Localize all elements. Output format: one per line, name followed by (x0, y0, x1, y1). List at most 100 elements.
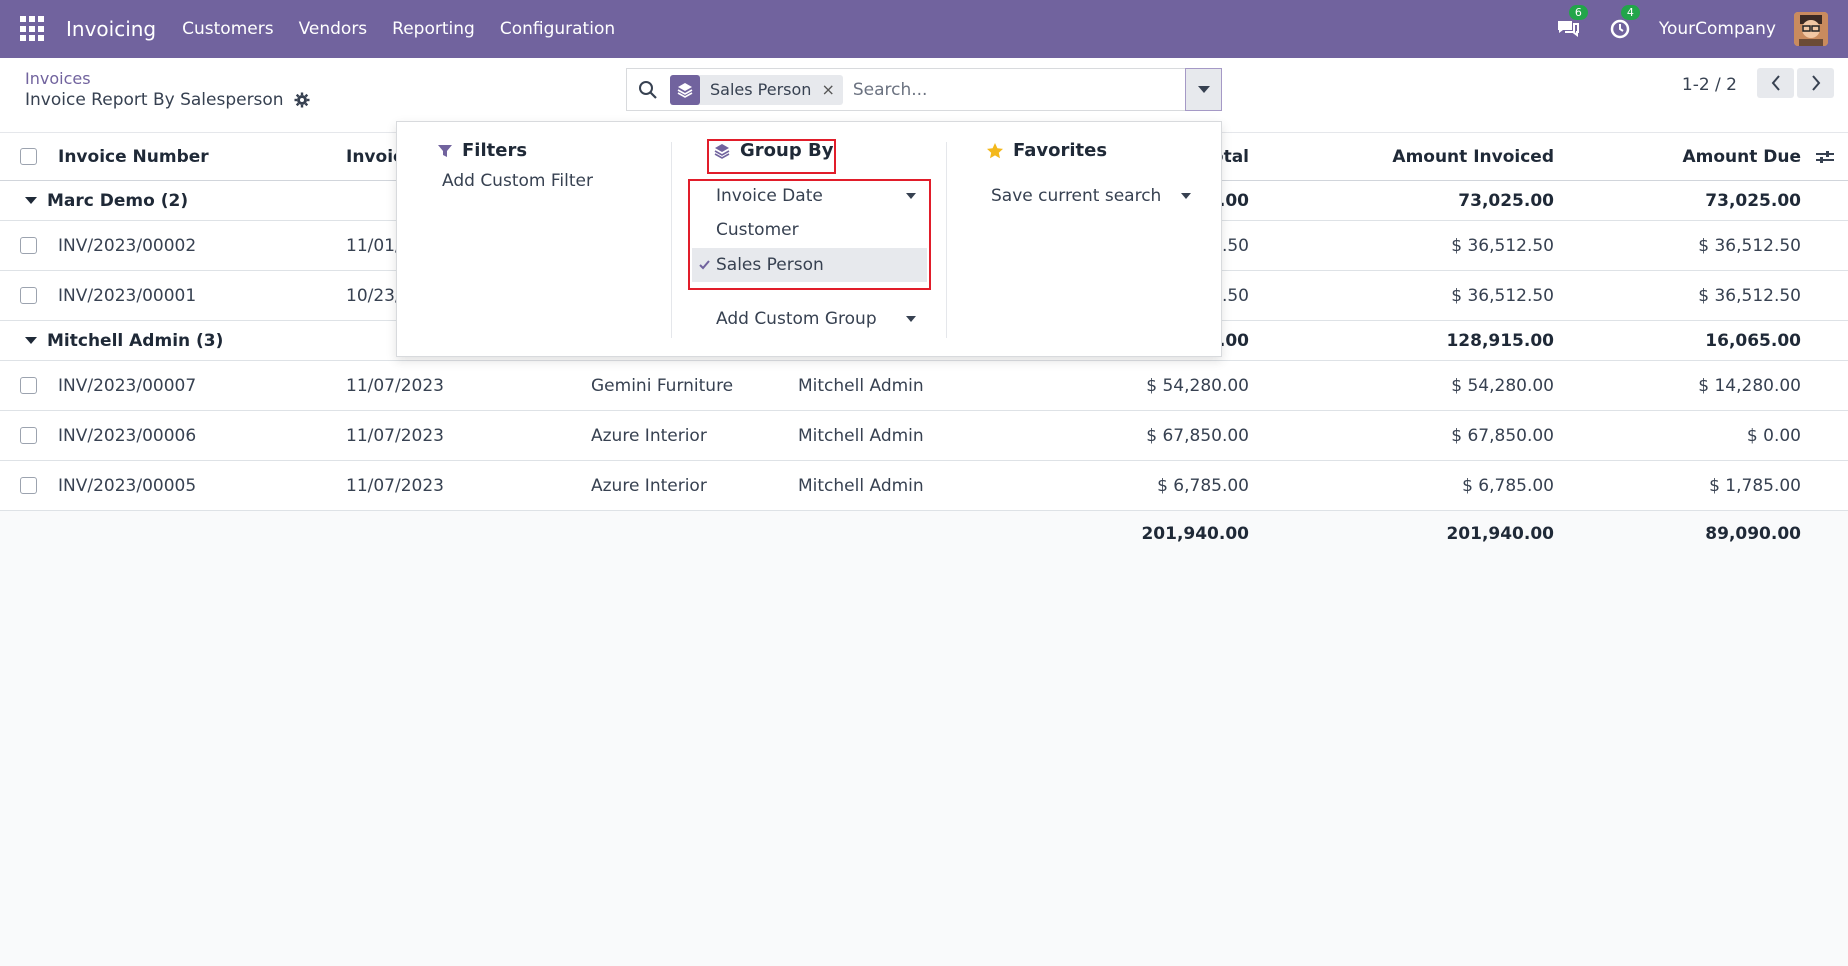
optional-columns-icon[interactable] (1816, 133, 1834, 180)
group-label: Marc Demo (2) (47, 190, 189, 211)
chevron-right-icon (1811, 75, 1820, 91)
group-by-title: Group By (740, 140, 834, 161)
search-panel-toggle[interactable] (1185, 68, 1222, 111)
row-checkbox[interactable] (20, 377, 37, 394)
filters-heading: Filters (437, 140, 527, 161)
layers-icon (670, 74, 700, 105)
search-panel-dropdown: Filters Add Custom Filter Group By Invoi… (396, 121, 1222, 357)
group-amount-due: 73,025.00 (1705, 190, 1801, 211)
invoice-number: INV/2023/00002 (58, 235, 197, 256)
invoice-customer: Azure Interior (591, 425, 707, 446)
group-by-heading: Group By (713, 140, 833, 161)
grand-total: 201,940.00 (1141, 524, 1249, 544)
caret-down-icon (906, 193, 916, 199)
pager-value[interactable]: 1-2 / 2 (1682, 75, 1737, 95)
save-current-search[interactable]: Save current search (991, 179, 1191, 213)
invoice-total: $ 54,280.00 (1146, 375, 1249, 396)
filters-title: Filters (462, 140, 528, 161)
search-input[interactable] (852, 79, 1153, 100)
invoice-salesperson: Mitchell Admin (798, 425, 924, 446)
column-invoice-date[interactable]: Invoic (346, 133, 403, 180)
group-amount-invoiced: 73,025.00 (1458, 190, 1554, 211)
clock-icon (1610, 19, 1630, 39)
group-label: Mitchell Admin (3) (47, 330, 224, 351)
caret-down-icon (25, 337, 37, 344)
amount-invoiced: $ 36,512.50 (1451, 285, 1554, 306)
totals-row: 201,940.00 201,940.00 89,090.00 (0, 511, 1848, 557)
invoice-customer: Azure Interior (591, 475, 707, 496)
menu-configuration[interactable]: Configuration (500, 19, 615, 39)
invoice-total: $ 6,785.00 (1157, 475, 1249, 496)
chevron-left-icon (1771, 75, 1780, 91)
star-icon (987, 142, 1003, 158)
add-custom-group[interactable]: Add Custom Group (716, 302, 916, 336)
row-checkbox[interactable] (20, 237, 37, 254)
row-checkbox[interactable] (20, 287, 37, 304)
messages-badge: 6 (1568, 5, 1588, 20)
company-switcher[interactable]: YourCompany (1659, 19, 1776, 39)
breadcrumb-invoices[interactable]: Invoices (25, 69, 91, 88)
divider (671, 142, 672, 338)
amount-invoiced: $ 6,785.00 (1462, 475, 1554, 496)
table-row[interactable]: INV/2023/00006 11/07/2023 Azure Interior… (0, 411, 1848, 461)
caret-down-icon (906, 316, 916, 322)
favorites-heading: Favorites (986, 140, 1107, 161)
facet-label: Sales Person (710, 80, 812, 99)
amount-invoiced: $ 67,850.00 (1451, 425, 1554, 446)
add-custom-filter[interactable]: Add Custom Filter (442, 164, 593, 198)
activities-button[interactable]: 4 (1607, 5, 1640, 42)
invoice-salesperson: Mitchell Admin (798, 475, 924, 496)
invoice-number: INV/2023/00006 (58, 425, 197, 446)
invoice-salesperson: Mitchell Admin (798, 375, 924, 396)
gear-icon[interactable] (294, 92, 310, 108)
row-checkbox[interactable] (20, 427, 37, 444)
pager-previous-button[interactable] (1757, 68, 1794, 98)
amount-invoiced: $ 54,280.00 (1451, 375, 1554, 396)
table-row[interactable]: INV/2023/00005 11/07/2023 Azure Interior… (0, 461, 1848, 511)
invoice-date: 11/07/2023 (346, 475, 444, 496)
select-all-checkbox[interactable] (20, 148, 37, 165)
invoice-date: 11/07/2023 (346, 375, 444, 396)
group-by-invoice-date-label: Invoice Date (716, 186, 823, 206)
invoice-number: INV/2023/00005 (58, 475, 197, 496)
menu-vendors[interactable]: Vendors (299, 19, 368, 39)
column-amount-invoiced[interactable]: Amount Invoiced (1392, 133, 1554, 180)
search-bar: Sales Person × (626, 68, 1222, 111)
page-title-text: Invoice Report By Salesperson (25, 90, 284, 110)
pager-next-button[interactable] (1797, 68, 1834, 98)
user-avatar[interactable] (1794, 12, 1828, 46)
checkmark-icon (699, 260, 710, 270)
column-invoice-number[interactable]: Invoice Number (58, 133, 209, 180)
invoice-number: INV/2023/00001 (58, 285, 197, 306)
search-facet: Sales Person × (670, 74, 843, 105)
caret-down-icon (25, 197, 37, 204)
amount-invoiced: $ 36,512.50 (1451, 235, 1554, 256)
group-amount-due: 16,065.00 (1705, 330, 1801, 351)
invoice-customer: Gemini Furniture (591, 375, 734, 396)
messages-button[interactable]: 6 (1555, 5, 1588, 42)
app-menu-icon[interactable] (20, 16, 46, 42)
menu-customers[interactable]: Customers (182, 19, 273, 39)
search-icon (639, 80, 657, 99)
amount-due: $ 1,785.00 (1709, 475, 1801, 496)
invoice-date: 10/23/ (346, 285, 401, 306)
menu-reporting[interactable]: Reporting (392, 19, 475, 39)
caret-down-icon (1197, 85, 1210, 93)
facet-remove-button[interactable]: × (821, 80, 842, 99)
favorites-title: Favorites (1013, 140, 1108, 161)
add-custom-group-label: Add Custom Group (716, 309, 877, 329)
group-by-invoice-date[interactable]: Invoice Date (716, 179, 916, 213)
filter-icon (438, 144, 452, 157)
invoice-date: 11/01/ (346, 235, 401, 256)
group-by-sales-person[interactable]: Sales Person (699, 248, 824, 282)
app-brand[interactable]: Invoicing (66, 17, 156, 41)
column-amount-due[interactable]: Amount Due (1682, 133, 1801, 180)
invoice-date: 11/07/2023 (346, 425, 444, 446)
group-by-sales-person-label: Sales Person (716, 255, 824, 275)
table-row[interactable]: INV/2023/00007 11/07/2023 Gemini Furnitu… (0, 361, 1848, 411)
group-by-customer[interactable]: Customer (716, 213, 799, 247)
grand-amount-due: 89,090.00 (1705, 524, 1801, 544)
invoice-number: INV/2023/00007 (58, 375, 197, 396)
top-navbar: Invoicing Customers Vendors Reporting Co… (0, 0, 1848, 58)
row-checkbox[interactable] (20, 477, 37, 494)
